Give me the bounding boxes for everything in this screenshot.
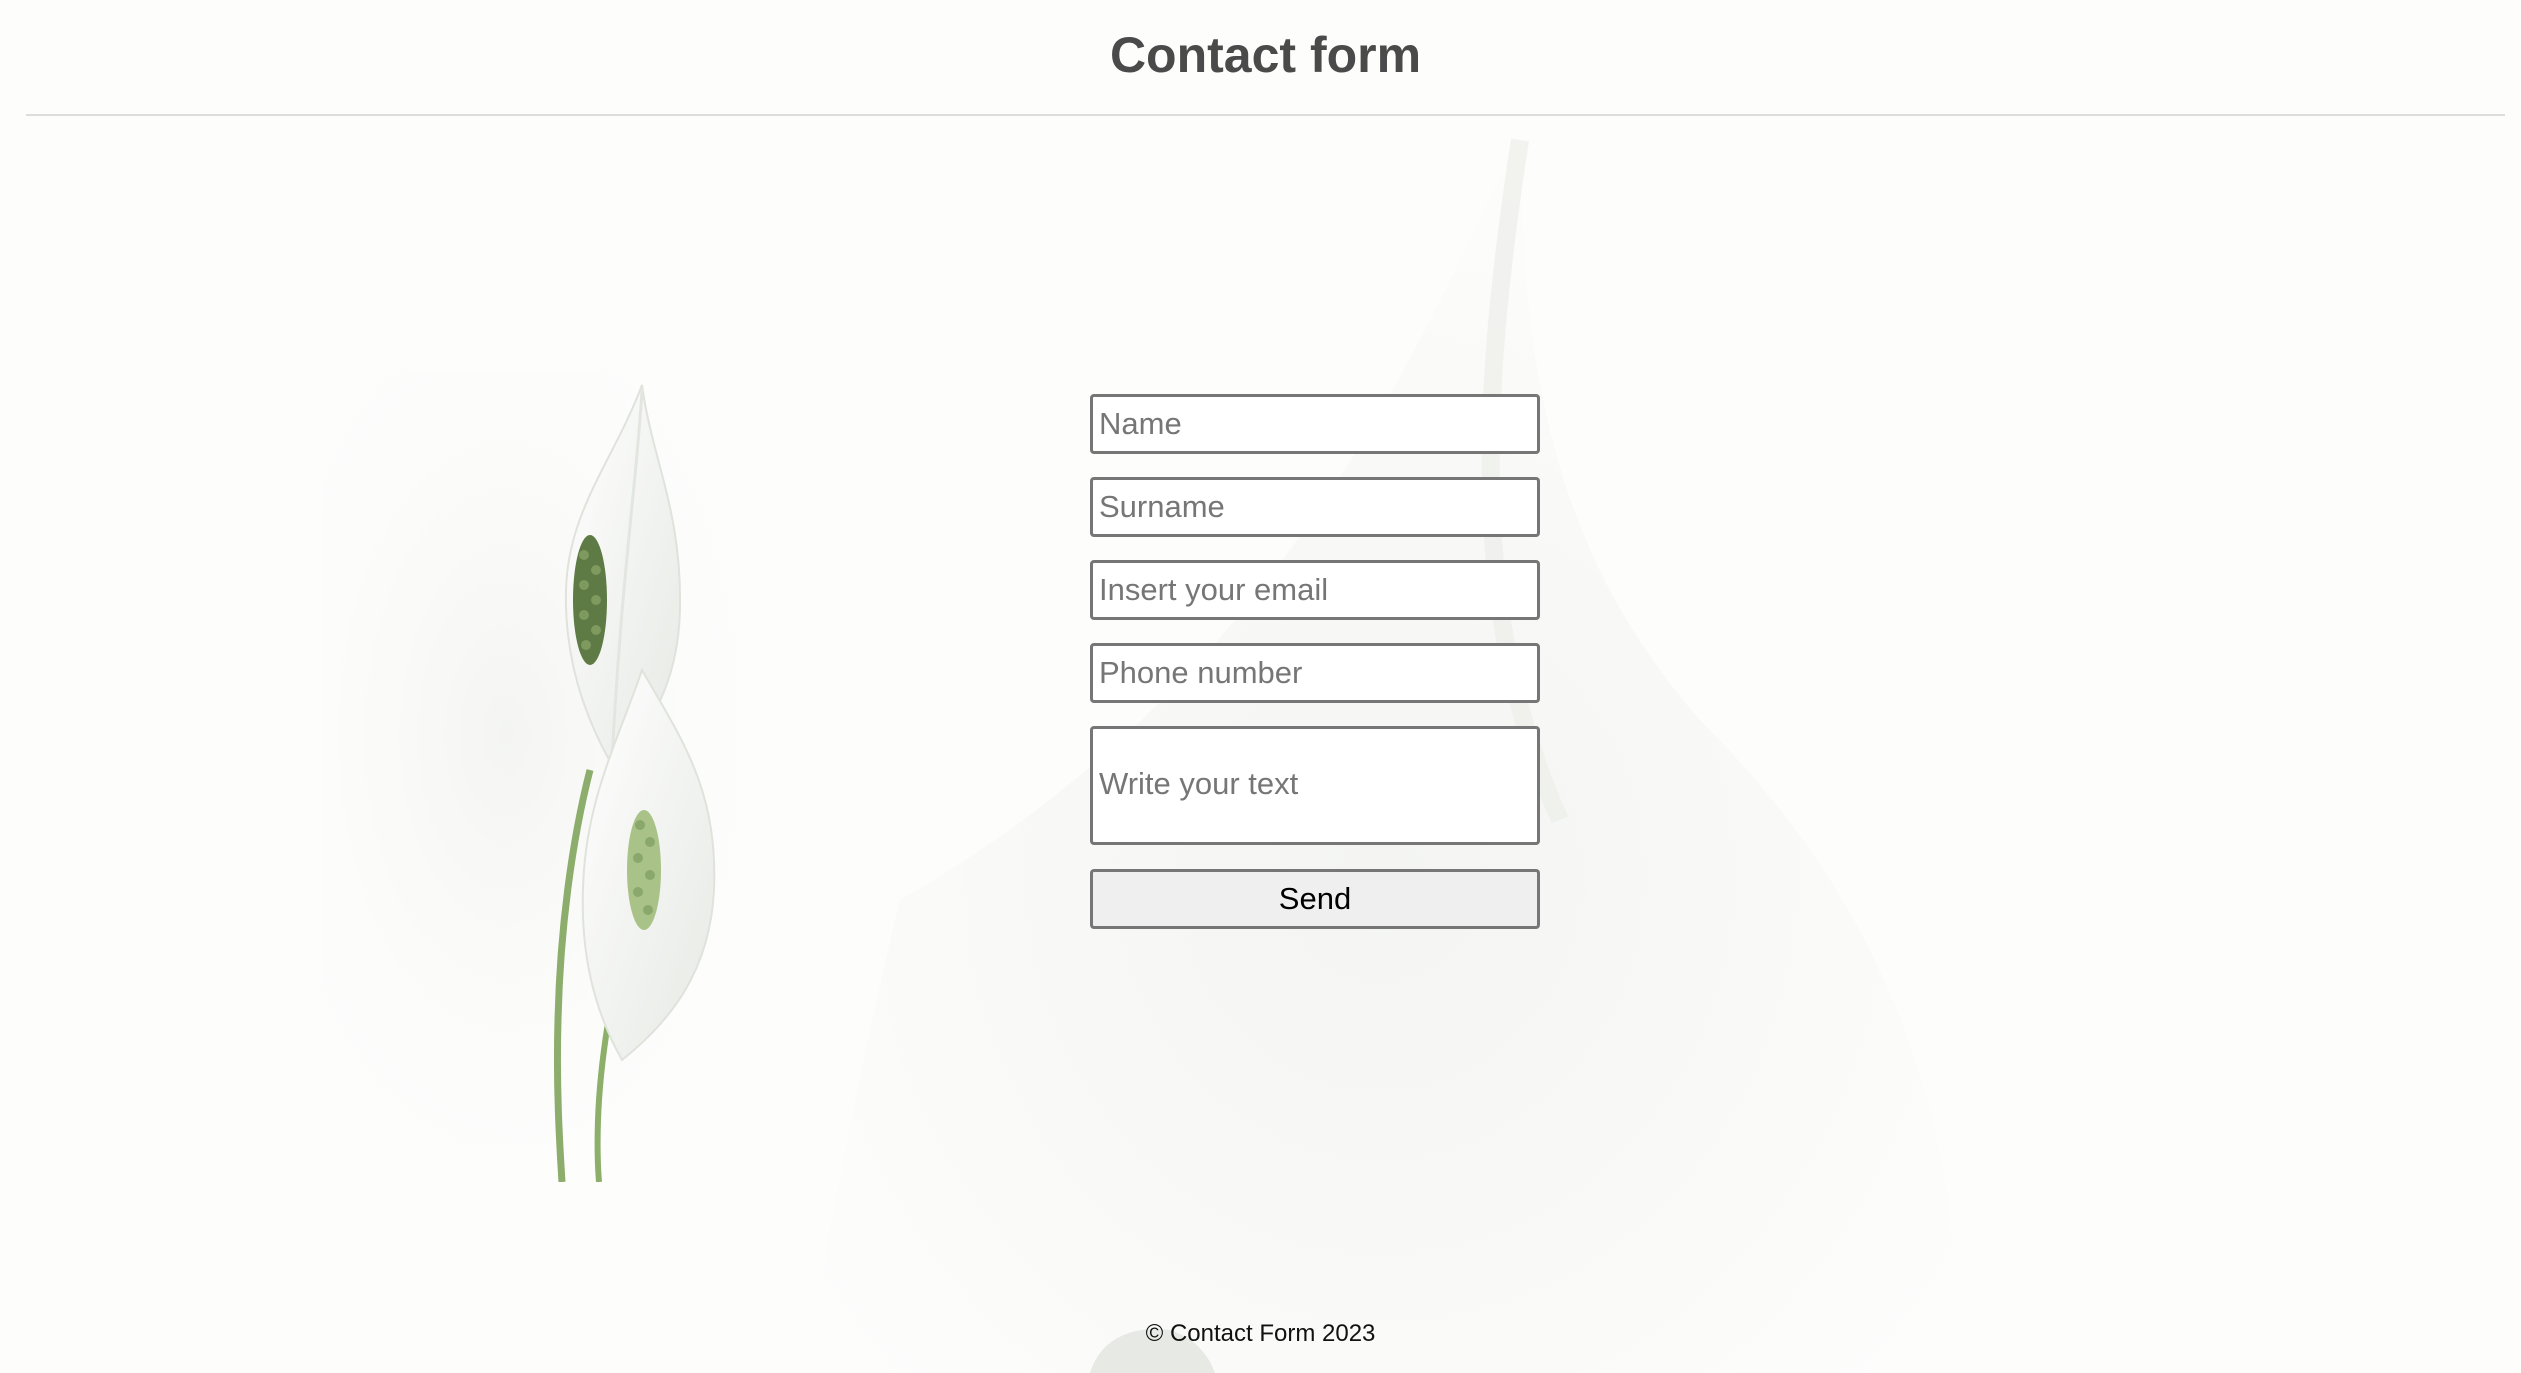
send-button[interactable]: Send [1090,869,1540,929]
email-input[interactable] [1090,560,1540,620]
contact-form: Send [1090,394,1540,929]
copyright-text: © Contact Form 2023 [1145,1320,1376,1347]
contact-page: Contact form Name Surname Insert your em… [0,0,2521,1373]
message-textarea[interactable] [1090,726,1540,845]
page-title: Contact form [1109,27,1422,83]
page-footer: © Contact Form 2023 [0,1320,2521,1348]
page-header: Contact form [26,0,2505,116]
plant-image [322,370,782,1182]
phone-input[interactable] [1090,643,1540,703]
name-input[interactable] [1090,394,1540,454]
surname-input[interactable] [1090,477,1540,537]
